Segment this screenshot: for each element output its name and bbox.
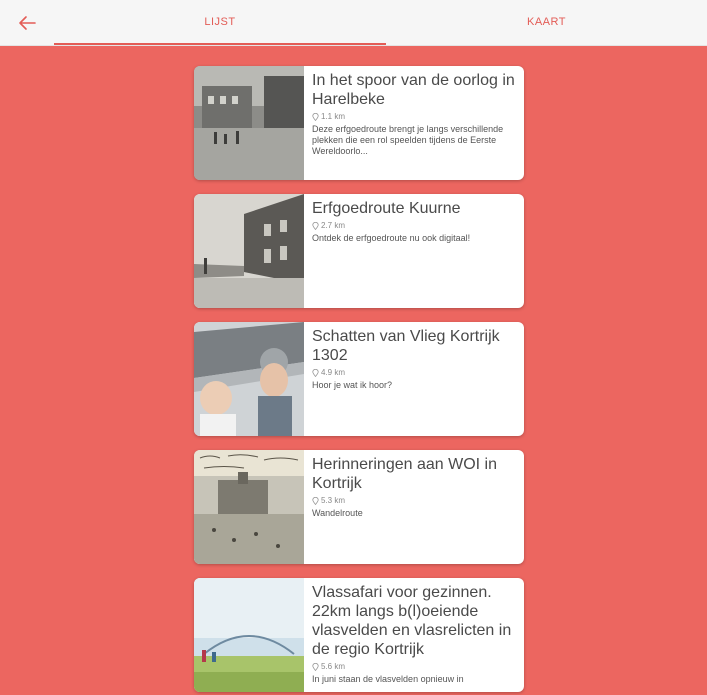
- route-title: Schatten van Vlieg Kortrijk 1302: [312, 328, 500, 364]
- location-pin-icon: [312, 221, 319, 230]
- route-description: Wandelroute: [312, 508, 363, 518]
- route-distance-value: 1.1 km: [321, 112, 346, 121]
- route-distance: 1.1 km: [312, 112, 518, 121]
- route-thumbnail: [194, 450, 304, 564]
- route-description: Ontdek de erfgoedroute nu ook digitaal!: [312, 233, 471, 243]
- tab-map-label: KAART: [527, 16, 566, 28]
- tab-map[interactable]: KAART: [386, 0, 707, 46]
- route-card[interactable]: Erfgoedroute Kuurne 2.7 km Ontdek de erf…: [194, 194, 524, 308]
- top-navigation-bar: LIJST KAART: [0, 0, 707, 46]
- route-distance-value: 4.9 km: [321, 368, 346, 377]
- route-thumbnail: [194, 194, 304, 308]
- route-distance: 5.3 km: [312, 496, 518, 505]
- tab-list-label: LIJST: [204, 16, 236, 28]
- route-thumbnail: [194, 322, 304, 436]
- route-thumbnail: [194, 578, 304, 692]
- arrow-left-icon: [19, 16, 36, 30]
- route-distance: 5.6 km: [312, 662, 518, 671]
- location-pin-icon: [312, 496, 319, 505]
- route-thumbnail: [194, 66, 304, 180]
- route-distance-value: 2.7 km: [321, 221, 346, 230]
- location-pin-icon: [312, 662, 319, 671]
- route-description: Deze erfgoedroute brengt je langs versch…: [312, 124, 504, 156]
- back-button[interactable]: [14, 10, 40, 36]
- location-pin-icon: [312, 368, 319, 377]
- route-card[interactable]: Schatten van Vlieg Kortrijk 1302 4.9 km …: [194, 322, 524, 436]
- route-title: Erfgoedroute Kuurne: [312, 200, 461, 217]
- route-distance: 4.9 km: [312, 368, 518, 377]
- route-card[interactable]: Herinneringen aan WOI in Kortrijk 5.3 km…: [194, 450, 524, 564]
- location-pin-icon: [312, 112, 319, 121]
- route-distance-value: 5.6 km: [321, 662, 346, 671]
- tab-list[interactable]: LIJST: [54, 0, 386, 46]
- route-distance: 2.7 km: [312, 221, 518, 230]
- route-title: In het spoor van de oorlog in Harelbeke: [312, 72, 515, 108]
- route-description: Hoor je wat ik hoor?: [312, 380, 393, 390]
- route-description: In juni staan de vlasvelden opnieuw in: [312, 674, 464, 684]
- route-card[interactable]: Vlassafari voor gezinnen. 22km langs b(l…: [194, 578, 524, 692]
- route-title: Vlassafari voor gezinnen. 22km langs b(l…: [312, 584, 512, 658]
- route-title: Herinneringen aan WOI in Kortrijk: [312, 456, 497, 492]
- active-tab-indicator: [54, 43, 386, 45]
- route-card[interactable]: In het spoor van de oorlog in Harelbeke …: [194, 66, 524, 180]
- route-distance-value: 5.3 km: [321, 496, 346, 505]
